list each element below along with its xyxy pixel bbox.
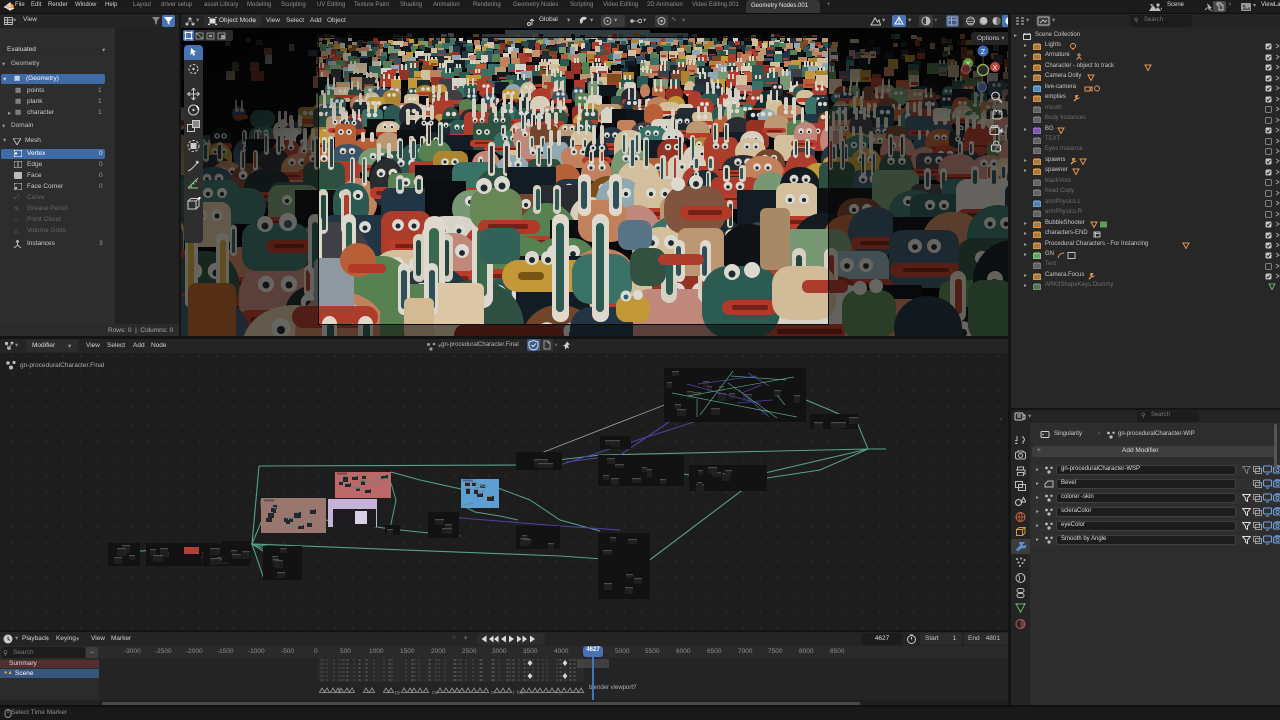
svg-text:r: r [513, 690, 515, 696]
svg-text:ca: ca [432, 690, 438, 696]
svg-text:X: X [993, 65, 998, 72]
svg-text:py: py [395, 690, 401, 696]
svg-text:loo: loo [517, 690, 524, 696]
svg-text:F_: F_ [556, 690, 562, 696]
svg-text:m: m [491, 690, 495, 696]
svg-text:Z: Z [981, 49, 986, 56]
